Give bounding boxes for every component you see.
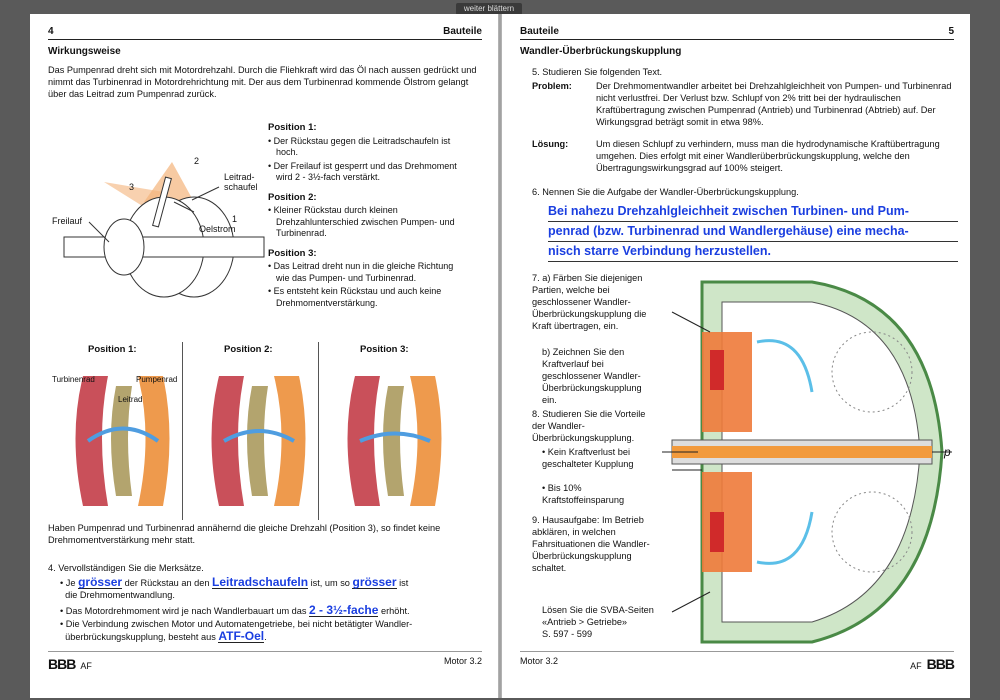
sentence-3: • Die Verbindung zwischen Motor und Auto… bbox=[60, 619, 413, 643]
freilauf-label: Freilauf bbox=[52, 216, 83, 226]
left-section: Bauteile bbox=[443, 26, 482, 37]
pos2-title: Position 2: bbox=[268, 191, 317, 203]
problem-label: Problem: bbox=[532, 81, 572, 91]
pos1-title: Position 1: bbox=[268, 122, 317, 133]
answer-groesser-1[interactable]: grösser bbox=[78, 576, 123, 589]
leitrad-wheel-label: Leitrad bbox=[118, 395, 142, 404]
bbb-logo: BBB bbox=[926, 656, 955, 672]
left-footer: BBB AF Motor 3.2 bbox=[48, 651, 482, 672]
p-label: p bbox=[943, 445, 951, 459]
pos3-item-1: • Das Leitrad dreht nun in die gleiche R… bbox=[268, 261, 454, 283]
pos2-item-1: • Kleiner Rückstau durch kleinen Drehzah… bbox=[268, 205, 455, 238]
oelstrom-label: Oelstrom bbox=[199, 224, 236, 234]
pumpenrad-label: Pumpenrad bbox=[136, 375, 177, 384]
right-page-number: 5 bbox=[948, 26, 954, 37]
task4-title: 4. Vervollständigen Sie die Merksätze. bbox=[48, 563, 204, 573]
answer-faktor[interactable]: 2 - 3½-fache bbox=[309, 604, 379, 617]
lockup-clutch-section: p bbox=[662, 280, 952, 644]
left-title: Wirkungsweise bbox=[48, 46, 121, 57]
right-footer: Motor 3.2 AF BBB bbox=[520, 651, 955, 672]
task7b: b) Zeichnen Sie den Kraftverlauf bei ges… bbox=[542, 347, 642, 405]
footer-af: AF bbox=[910, 661, 922, 671]
converter-sketch: Freilauf Leitrad- schaufel Oelstrom 2 3 … bbox=[52, 156, 265, 298]
task5-title: 5. Studieren Sie folgenden Text. bbox=[532, 67, 663, 77]
num-1: 1 bbox=[232, 214, 237, 224]
answer-atf-oel[interactable]: ATF-Oel bbox=[218, 630, 265, 643]
sentence-2: • Das Motordrehmoment wird je nach Wandl… bbox=[60, 603, 410, 617]
pos1-item-1: • Der Rückstau gegen die Leitradschaufel… bbox=[268, 135, 451, 158]
turbinenrad-label: Turbinenrad bbox=[52, 375, 95, 384]
task8: 8. Studieren Sie die Vorteile der Wandle… bbox=[532, 409, 646, 443]
right-header: Bauteile 5 bbox=[520, 26, 954, 40]
left-summary: Haben Pumpenrad und Turbinenrad annähern… bbox=[48, 523, 441, 545]
pos1-item-2: • Der Freilauf ist gesperrt und das Dreh… bbox=[268, 160, 457, 183]
left-page: 4 Bauteile Wirkungsweise Das Pumpenrad d… bbox=[30, 14, 498, 698]
wheel-pos2-head: Position 2: bbox=[224, 344, 273, 355]
task7a: 7. a) Färben Sie diejenigen Partien, wel… bbox=[532, 273, 647, 331]
loesung-label: Lösung: bbox=[532, 139, 569, 149]
svba-note: Lösen Sie die SVBA-Seiten «Antrieb > Getr… bbox=[542, 605, 654, 639]
footer-module: Motor 3.2 bbox=[520, 656, 559, 666]
answer-leitradschaufeln[interactable]: Leitradschaufeln bbox=[212, 576, 309, 589]
footer-module: Motor 3.2 bbox=[443, 656, 482, 666]
advantage-1: • Kein Kraftverlust bei geschalteter Kup… bbox=[542, 447, 634, 469]
wheel-pos3-head: Position 3: bbox=[360, 344, 409, 355]
right-title: Wandler-Überbrückungskupplung bbox=[520, 46, 682, 57]
left-intro: Das Pumpenrad dreht sich mit Motordrehza… bbox=[48, 65, 477, 99]
wheel-pos1-head: Position 1: bbox=[88, 344, 137, 355]
sentence-1: • Je grösser der Rückstau an den Leitrad… bbox=[60, 575, 409, 600]
position-list: Position 1: • Der Rückstau gegen die Lei… bbox=[268, 114, 468, 311]
schaufel-label: schaufel bbox=[224, 182, 258, 192]
answer6[interactable]: Bei nahezu Drehzahlgleichheit zwischen T… bbox=[548, 202, 958, 262]
num-3: 3 bbox=[129, 182, 134, 192]
task9: 9. Hausaufgabe: Im Betrieb abklären, in … bbox=[532, 515, 650, 573]
advantage-2: • Bis 10% Kraftstoffeinsparung bbox=[542, 483, 625, 505]
right-page: Bauteile 5 Wandler-Überbrückungskupplung… bbox=[502, 14, 970, 698]
num-2: 2 bbox=[194, 156, 199, 166]
problem-text: Der Drehmomentwandler arbeitet bei Drehz… bbox=[596, 81, 952, 127]
footer-af: AF bbox=[80, 661, 92, 671]
pos3-item-2: • Es entsteht kein Rückstau und auch kei… bbox=[268, 286, 442, 308]
pos3-title: Position 3: bbox=[268, 247, 317, 259]
left-header: 4 Bauteile bbox=[48, 26, 482, 40]
loesung-text: Um diesen Schlupf zu verhindern, muss ma… bbox=[596, 139, 940, 173]
right-section: Bauteile bbox=[520, 26, 559, 37]
leitrad-label: Leitrad- bbox=[224, 172, 255, 182]
task6-title: 6. Nennen Sie die Aufgabe der Wandler-Üb… bbox=[532, 187, 799, 197]
wheel-diagrams: Turbinenrad Pumpenrad Leitrad bbox=[52, 375, 442, 506]
answer-groesser-2[interactable]: grösser bbox=[352, 576, 397, 589]
left-page-number: 4 bbox=[48, 26, 54, 37]
bbb-logo: BBB bbox=[48, 656, 76, 672]
